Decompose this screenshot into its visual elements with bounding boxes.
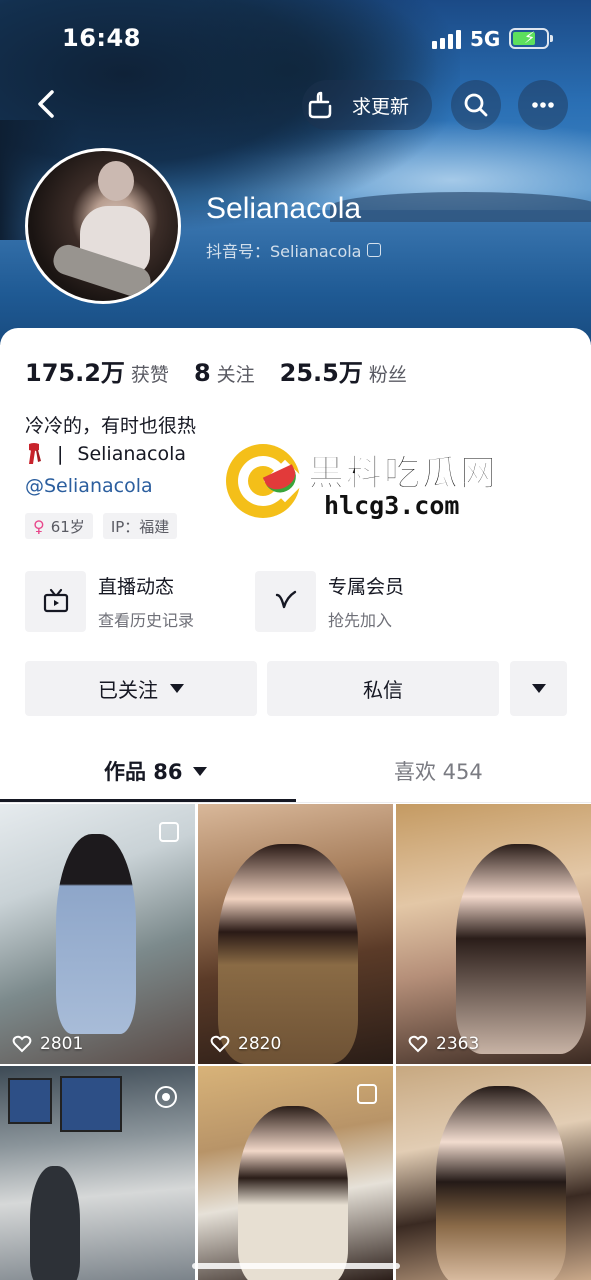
watermark: 黑料吃瓜网 hlcg3.com: [226, 444, 516, 522]
caret-down-icon: [170, 684, 184, 693]
age-tag-text: 61岁: [50, 517, 85, 536]
like-count: 2363: [408, 1034, 479, 1054]
status-bar: 16:48 5G ⚡: [0, 0, 591, 78]
username: Selianacola: [206, 192, 362, 225]
douyin-id[interactable]: 抖音号：Selianacola: [206, 238, 382, 262]
like-count-value: 2820: [238, 1034, 282, 1054]
signal-icon: [432, 29, 462, 49]
bio-line-2: | Selianacola: [25, 442, 186, 466]
stat-following[interactable]: 8 关注: [194, 359, 255, 387]
membership-entry[interactable]: 专属会员 抢先加入: [255, 570, 404, 632]
more-dots-icon: [532, 102, 554, 108]
tv-icon-box: [25, 570, 86, 632]
membership-title: 专属会员: [328, 575, 405, 598]
search-icon: [464, 93, 488, 117]
vip-icon-box: [255, 570, 316, 632]
message-button[interactable]: 私信: [267, 661, 499, 716]
watermark-url: hlcg3.com: [324, 491, 460, 520]
live-photo-icon: [155, 1086, 177, 1108]
tab-divider: [0, 802, 591, 803]
battery-icon: ⚡: [509, 28, 553, 49]
like-count-value: 2363: [436, 1034, 480, 1054]
network-type: 5G: [470, 27, 501, 51]
video-thumbnail[interactable]: [198, 1066, 393, 1280]
age-tag: ♀ 61岁: [25, 513, 93, 539]
live-title: 直播动态: [98, 575, 175, 598]
stat-likes-value: 175.2万: [25, 359, 125, 387]
request-update-label: 求更新: [352, 95, 410, 118]
stat-followers-label: 粉丝: [368, 364, 407, 386]
douyin-id-text: 抖音号：Selianacola: [206, 242, 362, 261]
tab-likes-label: 喜欢 454: [394, 760, 483, 784]
stat-likes[interactable]: 175.2万 获赞: [25, 353, 169, 388]
copy-icon[interactable]: [367, 243, 382, 257]
watermark-title: 黑料吃瓜网: [307, 453, 499, 495]
bio-mention-link[interactable]: @Selianacola: [25, 475, 153, 497]
like-count: 2801: [12, 1034, 83, 1054]
scarf-emoji-icon: [29, 443, 41, 464]
back-button[interactable]: [30, 84, 66, 124]
like-count-value: 2801: [40, 1034, 84, 1054]
video-thumbnail[interactable]: 2801: [0, 804, 195, 1064]
ip-tag-text: IP：福建: [110, 517, 170, 536]
video-thumbnail[interactable]: [0, 1066, 195, 1280]
tab-works-label: 作品 86: [104, 760, 183, 784]
stat-likes-label: 获赞: [130, 364, 169, 386]
status-time: 16:48: [62, 24, 141, 52]
video-thumbnail[interactable]: 2363: [396, 804, 591, 1064]
heart-icon: [408, 1035, 428, 1053]
home-indicator[interactable]: [192, 1263, 400, 1269]
chevron-left-icon: [38, 90, 54, 118]
video-thumbnail[interactable]: 2820: [198, 804, 393, 1064]
tab-works[interactable]: 作品 86: [104, 756, 207, 786]
message-label: 私信: [363, 678, 403, 702]
following-button[interactable]: 已关注: [25, 661, 257, 716]
following-label: 已关注: [98, 678, 158, 702]
stat-following-value: 8: [193, 359, 211, 387]
tab-likes[interactable]: 喜欢 454: [394, 756, 483, 786]
stat-following-label: 关注: [216, 364, 255, 386]
multi-image-icon: [357, 1084, 377, 1104]
hand-pointing-icon: [308, 91, 332, 119]
bio-line-1: 冷冷的，有时也很热: [25, 415, 197, 437]
stats-row: 175.2万 获赞 8 关注 25.5万 粉丝: [25, 353, 432, 387]
like-count: 2820: [210, 1034, 281, 1054]
bio-line-2-text: Selianacola: [77, 443, 187, 465]
heart-icon: [210, 1035, 230, 1053]
caret-down-icon: [531, 684, 546, 693]
ip-tag: IP：福建: [102, 513, 178, 539]
caret-down-icon: [192, 766, 207, 776]
video-thumbnail[interactable]: [396, 1066, 591, 1280]
female-icon: ♀: [33, 516, 45, 536]
multi-image-icon: [159, 822, 179, 842]
stat-followers[interactable]: 25.5万 粉丝: [280, 353, 407, 388]
stat-followers-value: 25.5万: [279, 359, 363, 387]
membership-subtitle: 抢先加入: [328, 610, 393, 630]
live-subtitle: 查看历史记录: [98, 610, 195, 630]
tags-row: ♀ 61岁 IP：福建: [25, 513, 187, 539]
live-history-entry[interactable]: 直播动态 查看历史记录: [25, 570, 194, 632]
avatar[interactable]: [25, 148, 181, 304]
heart-icon: [12, 1035, 32, 1053]
bio-separator: |: [57, 443, 64, 465]
more-actions-button[interactable]: [510, 661, 567, 716]
request-update-button[interactable]: 求更新: [302, 80, 432, 130]
tv-icon: [43, 588, 68, 613]
more-button[interactable]: [518, 80, 568, 130]
vip-check-icon: [275, 590, 296, 609]
watermark-logo: [226, 444, 307, 518]
search-button[interactable]: [451, 80, 501, 130]
